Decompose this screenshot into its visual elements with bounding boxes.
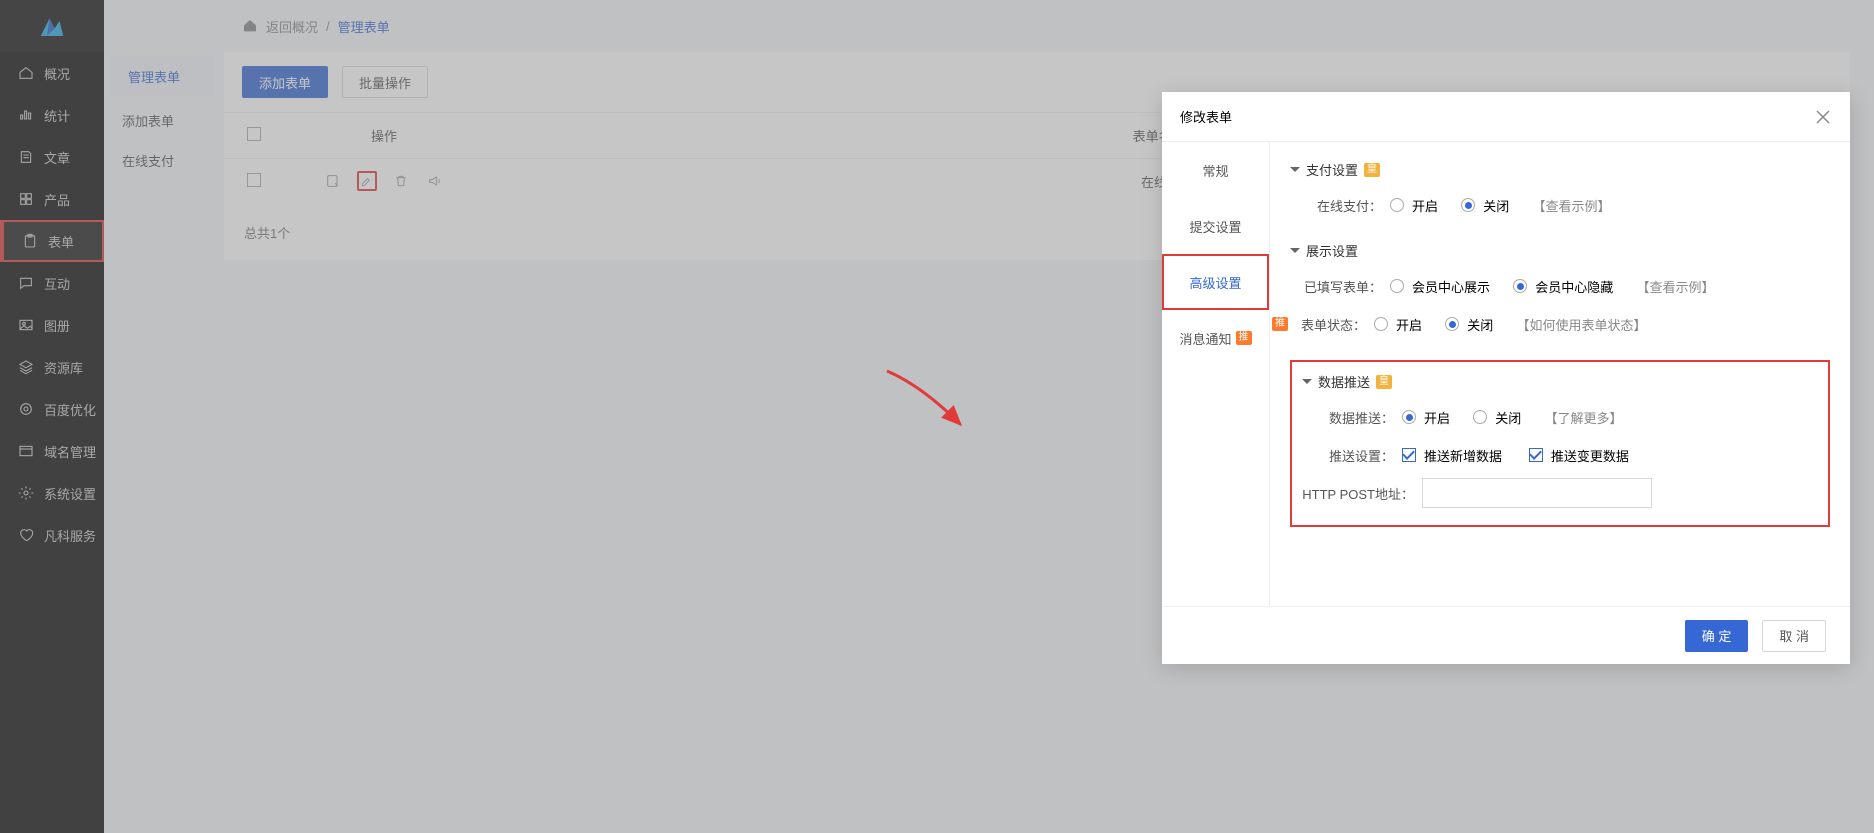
section-push: 数据推送 皇 数据推送： 开启 关闭 【了解更多】 推送设置： 推送新增数据 (1290, 360, 1830, 527)
push-on-radio[interactable] (1402, 410, 1416, 424)
cancel-button[interactable]: 取 消 (1762, 620, 1826, 652)
post-url-input[interactable] (1422, 478, 1652, 508)
modal-tab[interactable]: 消息通知 推 (1162, 310, 1269, 366)
status-on-radio[interactable] (1374, 317, 1388, 331)
push-off-radio[interactable] (1473, 410, 1487, 424)
chevron-down-icon[interactable] (1290, 167, 1300, 172)
status-off-radio[interactable] (1445, 317, 1459, 331)
pay-on-radio[interactable] (1390, 198, 1404, 212)
filled-show-radio[interactable] (1390, 279, 1404, 293)
modal-tab[interactable]: 提交设置 (1162, 198, 1269, 254)
post-label: HTTP POST地址： (1302, 484, 1422, 503)
pro-badge: 皇 (1376, 375, 1392, 389)
pay-off-radio[interactable] (1461, 198, 1475, 212)
pay-example-link[interactable]: 【查看示例】 (1533, 196, 1611, 215)
close-icon[interactable] (1814, 108, 1832, 126)
new-badge: 推 (1236, 331, 1252, 345)
modal-title: 修改表单 (1180, 107, 1232, 126)
ok-button[interactable]: 确 定 (1685, 620, 1749, 652)
status-badge: 推 (1272, 317, 1288, 331)
filled-hide-radio[interactable] (1513, 279, 1527, 293)
chevron-down-icon[interactable] (1290, 248, 1300, 253)
pro-badge: 皇 (1364, 163, 1380, 177)
push-change-checkbox[interactable] (1529, 448, 1543, 462)
pay-label: 在线支付： (1290, 196, 1390, 215)
status-label: 表单状态： (1292, 315, 1374, 334)
section-show: 展示设置 已填写表单： 会员中心展示 会员中心隐藏 【查看示例】 推 表单状态：… (1290, 241, 1830, 340)
modal-content: 支付设置 皇 在线支付： 开启 关闭 【查看示例】 展示设置 已填写表单： (1270, 142, 1850, 606)
push-more-link[interactable]: 【了解更多】 (1545, 408, 1623, 427)
status-how-link[interactable]: 【如何使用表单状态】 (1517, 315, 1647, 334)
chevron-down-icon[interactable] (1302, 379, 1312, 384)
section-pay: 支付设置 皇 在线支付： 开启 关闭 【查看示例】 (1290, 160, 1830, 221)
push-label: 数据推送： (1302, 408, 1402, 427)
filled-label: 已填写表单： (1290, 277, 1390, 296)
modal-tabs: 常规提交设置高级设置消息通知 推 (1162, 142, 1270, 606)
modal-tab[interactable]: 高级设置 (1162, 254, 1269, 310)
filled-example-link[interactable]: 【查看示例】 (1637, 277, 1715, 296)
push-setting-label: 推送设置： (1302, 446, 1402, 465)
modal-tab[interactable]: 常规 (1162, 142, 1269, 198)
push-new-checkbox[interactable] (1402, 448, 1416, 462)
edit-form-modal: 修改表单 常规提交设置高级设置消息通知 推 支付设置 皇 在线支付： 开启 关闭… (1162, 92, 1850, 664)
